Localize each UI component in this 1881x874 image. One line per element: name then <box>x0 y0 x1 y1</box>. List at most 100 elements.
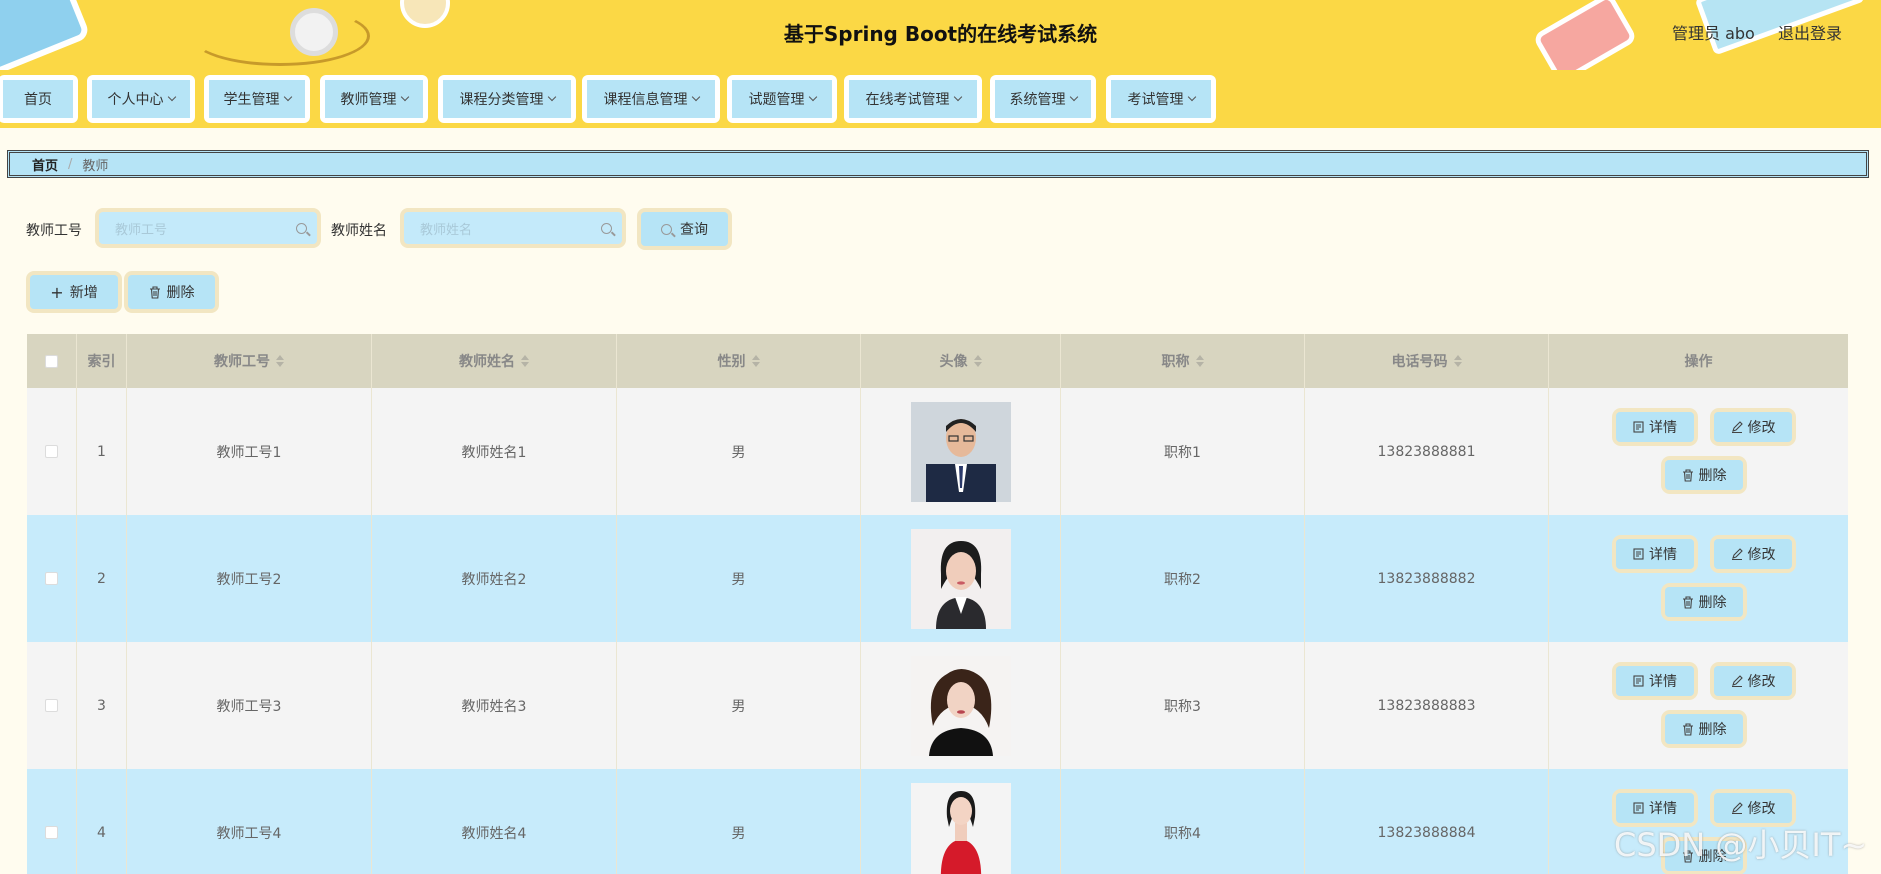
bulk-delete-button[interactable]: 删除 <box>124 271 219 313</box>
chevron-down-icon <box>1187 92 1196 102</box>
delete-button[interactable]: 删除 <box>1661 710 1747 748</box>
header-index: 索引 <box>77 334 127 388</box>
sort-icon[interactable] <box>1453 355 1462 367</box>
edit-label: 修改 <box>1747 547 1776 563</box>
cell-actions: 详情 修改 删除 <box>1549 515 1848 642</box>
pencil-icon <box>1731 548 1743 560</box>
sort-icon[interactable] <box>276 355 284 367</box>
cell-teacher-name: 教师姓名4 <box>372 769 617 874</box>
cell-select[interactable] <box>27 388 77 515</box>
header-phone[interactable]: 电话号码 <box>1305 334 1549 388</box>
header-teacher-name[interactable]: 教师姓名 <box>372 334 617 388</box>
cell-teacher-name: 教师姓名1 <box>372 388 617 515</box>
logout-link[interactable]: 退出登录 <box>1778 20 1842 44</box>
nav-label: 学生管理 <box>223 92 280 108</box>
table-row: 4 教师工号4 教师姓名4 男职称4 13823888884 详情 修改 删除 <box>27 769 1848 874</box>
select-all-checkbox[interactable] <box>45 354 58 368</box>
row-checkbox[interactable] <box>45 699 58 712</box>
cell-select[interactable] <box>27 642 77 769</box>
nav-item-students[interactable]: 学生管理 <box>204 75 310 123</box>
cell-index-text: 4 <box>97 824 106 841</box>
detail-button[interactable]: 详情 <box>1612 662 1698 700</box>
nav-item-questions[interactable]: 试题管理 <box>727 75 837 123</box>
delete-label: 删除 <box>1698 722 1727 738</box>
header-avatar[interactable]: 头像 <box>861 334 1061 388</box>
row-checkbox[interactable] <box>45 572 58 585</box>
cell-phone-text: 13823888884 <box>1377 824 1476 841</box>
add-button[interactable]: + 新增 <box>26 271 122 313</box>
nav-item-system[interactable]: 系统管理 <box>990 75 1096 123</box>
nav-item-personal[interactable]: 个人中心 <box>87 75 195 123</box>
nav-label: 教师管理 <box>340 92 397 108</box>
cell-phone: 13823888881 <box>1305 388 1549 515</box>
nav-item-course-info[interactable]: 课程信息管理 <box>582 75 720 123</box>
document-icon <box>1633 675 1644 687</box>
cell-gender-text: 男 <box>731 698 746 715</box>
sort-icon[interactable] <box>973 355 982 367</box>
plus-icon: + <box>50 282 64 302</box>
pencil-icon <box>1731 675 1743 687</box>
cell-phone: 13823888882 <box>1305 515 1549 642</box>
header-select-all[interactable] <box>27 334 77 388</box>
nav-item-course-category[interactable]: 课程分类管理 <box>438 75 576 123</box>
cell-gender-text: 男 <box>731 825 746 842</box>
watermark: CSDN @小贝IT~ <box>1614 826 1868 864</box>
sort-icon[interactable] <box>521 355 529 367</box>
search-icon <box>296 222 307 234</box>
cell-index: 4 <box>77 769 127 874</box>
cell-gender: 男 <box>617 769 861 874</box>
edit-label: 修改 <box>1747 674 1776 690</box>
cell-gender-text: 男 <box>731 444 746 461</box>
teacher-id-label: 教师工号 <box>26 223 82 239</box>
top-nav: 首页 个人中心 学生管理 教师管理 课程分类管理 课程信息管理 试题管理 在线考… <box>0 70 1881 128</box>
header-teacher-id[interactable]: 教师工号 <box>127 334 372 388</box>
nav-item-teachers[interactable]: 教师管理 <box>320 75 428 123</box>
sort-icon[interactable] <box>751 355 760 367</box>
row-checkbox[interactable] <box>45 826 58 839</box>
trash-icon <box>149 285 160 299</box>
detail-label: 详情 <box>1649 420 1677 436</box>
delete-button[interactable]: 删除 <box>1661 456 1747 494</box>
teacher-id-field[interactable]: 教师工号 <box>95 208 321 248</box>
delete-button[interactable]: 删除 <box>1661 583 1747 621</box>
cell-teacher-name: 教师姓名2 <box>372 515 617 642</box>
detail-label: 详情 <box>1649 801 1677 817</box>
add-label: 新增 <box>69 285 98 301</box>
cell-title: 职称2 <box>1061 515 1305 642</box>
teacher-name-label: 教师姓名 <box>331 223 387 239</box>
avatar-image <box>910 782 1011 874</box>
cell-select[interactable] <box>27 515 77 642</box>
nav-label: 试题管理 <box>748 92 805 108</box>
edit-button[interactable]: 修改 <box>1710 662 1796 700</box>
detail-button[interactable]: 详情 <box>1612 408 1698 446</box>
row-checkbox[interactable] <box>45 445 58 458</box>
admin-label: 管理员 abo <box>1672 24 1755 43</box>
chevron-down-icon <box>1069 92 1078 102</box>
delete-label: 删除 <box>1698 468 1727 484</box>
header-gender[interactable]: 性别 <box>617 334 861 388</box>
avatar-image <box>910 528 1011 629</box>
nav-item-exam[interactable]: 考试管理 <box>1106 75 1216 123</box>
nav-item-online-exam[interactable]: 在线考试管理 <box>844 75 982 123</box>
cell-teacher-id: 教师工号4 <box>127 769 372 874</box>
cell-title-text: 职称4 <box>1164 825 1201 842</box>
nav-label: 首页 <box>24 92 52 108</box>
edit-button[interactable]: 修改 <box>1710 408 1796 446</box>
nav-item-home[interactable]: 首页 <box>0 75 78 123</box>
sort-icon[interactable] <box>1195 355 1204 367</box>
detail-button[interactable]: 详情 <box>1612 535 1698 573</box>
query-button[interactable]: 查询 <box>637 208 732 250</box>
teacher-name-field[interactable]: 教师姓名 <box>400 208 626 248</box>
edit-button[interactable]: 修改 <box>1710 535 1796 573</box>
table-row: 3 教师工号3 教师姓名3 男 职称3 13823888883 详情 修改 删除 <box>27 642 1848 769</box>
trash-icon <box>1682 722 1693 736</box>
breadcrumb-home[interactable]: 首页 <box>32 155 58 174</box>
header-label: 教师姓名 <box>459 354 515 370</box>
header-label: 索引 <box>87 354 116 370</box>
header-title[interactable]: 职称 <box>1061 334 1305 388</box>
chevron-down-icon <box>547 92 556 102</box>
header-label: 职称 <box>1161 354 1190 370</box>
cell-select[interactable] <box>27 769 77 874</box>
cell-gender: 男 <box>617 515 861 642</box>
cell-teacher-id-text: 教师工号1 <box>216 444 282 461</box>
